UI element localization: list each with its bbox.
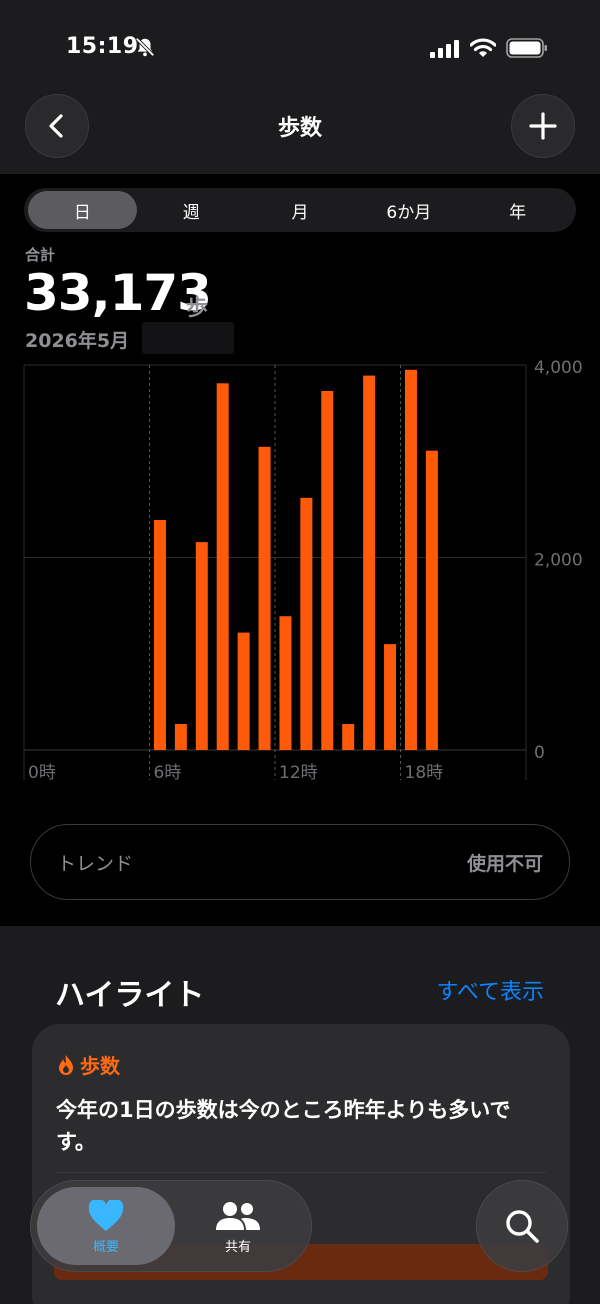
heart-icon bbox=[88, 1199, 124, 1231]
steps-chart[interactable]: 0時 6時 12時 18時 4,000 2,000 0 bbox=[0, 360, 600, 790]
chart-bar bbox=[363, 375, 376, 750]
status-time: 15:19 bbox=[66, 34, 139, 59]
card-category: 歩数 bbox=[56, 1050, 120, 1079]
chart-bar bbox=[153, 519, 166, 750]
x-tick-label: 0時 bbox=[28, 763, 56, 783]
chart-bar bbox=[279, 616, 292, 750]
people-icon bbox=[216, 1201, 260, 1230]
tab-summary[interactable]: 概要 bbox=[37, 1181, 175, 1273]
total-label: 合計 bbox=[25, 246, 56, 264]
period-selector: 日 週 月 6か月 年 bbox=[24, 188, 576, 232]
x-tick-label: 6時 bbox=[154, 763, 182, 783]
total-value: 33,173 bbox=[24, 264, 212, 322]
chart-bar bbox=[342, 724, 355, 750]
chart-bar bbox=[425, 450, 438, 750]
redacted-date bbox=[142, 322, 234, 354]
x-tick-label: 12時 bbox=[279, 763, 318, 783]
chart-bar bbox=[174, 724, 187, 750]
trend-label: トレンド bbox=[57, 853, 134, 875]
chart-bar bbox=[321, 390, 334, 750]
chart-bar bbox=[237, 632, 250, 750]
show-all-link[interactable]: すべて表示 bbox=[436, 974, 544, 1006]
tab-sharing-label: 共有 bbox=[224, 1239, 251, 1255]
cellular-signal-icon bbox=[430, 40, 459, 58]
tab-summary-label: 概要 bbox=[92, 1239, 119, 1255]
total-unit: 歩 bbox=[186, 296, 209, 321]
chart-bar bbox=[384, 644, 397, 750]
tab-sharing[interactable]: 共有 bbox=[169, 1181, 307, 1273]
x-tick-label: 18時 bbox=[405, 763, 444, 783]
segment-year[interactable]: 年 bbox=[463, 191, 572, 229]
trend-value: 使用不可 bbox=[466, 853, 543, 875]
card-text: 今年の1日の歩数は今のところ昨年よりも多いです。 bbox=[56, 1098, 511, 1154]
segment-week[interactable]: 週 bbox=[137, 191, 246, 229]
trend-row[interactable]: トレンド 使用不可 bbox=[30, 824, 570, 900]
chart-bar bbox=[195, 542, 208, 750]
chart-bar bbox=[300, 497, 313, 750]
card-divider bbox=[56, 1172, 546, 1173]
segment-day[interactable]: 日 bbox=[28, 191, 137, 229]
chart-bar bbox=[258, 446, 271, 750]
date-label: 2026年5月 bbox=[25, 330, 130, 352]
plus-icon bbox=[529, 112, 557, 140]
y-tick-label: 2,000 bbox=[534, 551, 583, 571]
y-tick-label: 0 bbox=[534, 743, 545, 763]
y-tick-label: 4,000 bbox=[534, 360, 583, 378]
segment-6-months[interactable]: 6か月 bbox=[354, 191, 463, 229]
chart-bar bbox=[216, 383, 229, 750]
add-button[interactable] bbox=[511, 94, 575, 158]
search-icon bbox=[506, 1210, 539, 1243]
segment-month[interactable]: 月 bbox=[246, 191, 355, 229]
tab-bar: 概要 共有 bbox=[30, 1180, 312, 1272]
steps-chart-svg: 0時 6時 12時 18時 4,000 2,000 0 bbox=[23, 360, 583, 783]
flame-icon bbox=[59, 1054, 73, 1075]
card-category-label: 歩数 bbox=[80, 1054, 120, 1078]
bell-off-icon bbox=[135, 37, 155, 57]
search-button[interactable] bbox=[476, 1180, 568, 1272]
wifi-icon bbox=[470, 38, 496, 57]
header: 15:19 歩数 bbox=[0, 0, 600, 174]
chart-bar bbox=[404, 369, 417, 750]
page-title: 歩数 bbox=[277, 116, 322, 141]
battery-icon bbox=[506, 38, 547, 58]
highlights-title: ハイライト bbox=[55, 978, 205, 1013]
